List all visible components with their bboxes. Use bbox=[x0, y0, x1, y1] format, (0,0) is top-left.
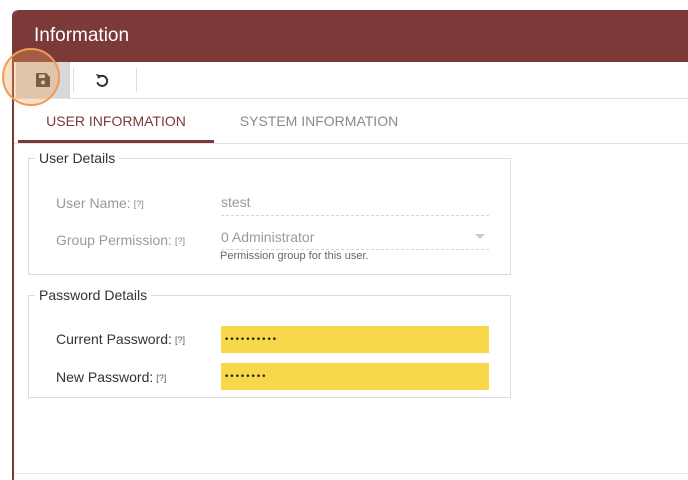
window-title: Information bbox=[34, 25, 130, 46]
information-window: Information USER INFORMATION SYSTEM INFO… bbox=[12, 10, 688, 480]
group-permission-hint: Permission group for this user. bbox=[220, 250, 369, 262]
current-password-field[interactable] bbox=[221, 326, 489, 353]
help-marker[interactable]: [?] bbox=[134, 199, 144, 209]
new-password-label: New Password: [?] bbox=[56, 369, 167, 385]
current-password-label: Current Password: [?] bbox=[56, 331, 185, 347]
new-password-field[interactable] bbox=[221, 363, 489, 390]
floppy-disk-icon bbox=[36, 73, 50, 87]
password-details-group: Password Details Current Password:[?] Ne… bbox=[28, 287, 511, 398]
toolbar bbox=[14, 62, 688, 99]
password-details-legend: Password Details bbox=[39, 287, 148, 303]
toolbar-divider bbox=[73, 68, 74, 92]
group-permission-select: 0 Administrator bbox=[221, 229, 489, 250]
help-marker[interactable]: [?] bbox=[156, 373, 166, 383]
undo-icon bbox=[95, 74, 109, 87]
username-field: stest bbox=[221, 194, 489, 216]
save-button[interactable] bbox=[16, 62, 70, 98]
help-marker[interactable]: [?] bbox=[175, 335, 185, 345]
tab-user-information[interactable]: USER INFORMATION bbox=[18, 99, 214, 143]
user-details-legend: User Details bbox=[39, 150, 116, 166]
toolbar-divider bbox=[136, 68, 137, 92]
tab-bar: USER INFORMATION SYSTEM INFORMATION bbox=[14, 99, 688, 144]
username-label: User Name: [?] bbox=[56, 195, 144, 211]
group-permission-value: 0 Administrator bbox=[221, 229, 315, 245]
chevron-down-icon bbox=[475, 234, 485, 239]
group-permission-label: Group Permission: [?] bbox=[56, 232, 185, 248]
bottom-divider bbox=[14, 473, 688, 474]
user-details-group: User Details User Name: [?] stest Group P… bbox=[28, 150, 511, 275]
undo-button[interactable] bbox=[75, 62, 129, 98]
tab-system-information[interactable]: SYSTEM INFORMATION bbox=[224, 99, 414, 143]
title-bar: Information bbox=[14, 10, 688, 62]
help-marker[interactable]: [?] bbox=[175, 236, 185, 246]
